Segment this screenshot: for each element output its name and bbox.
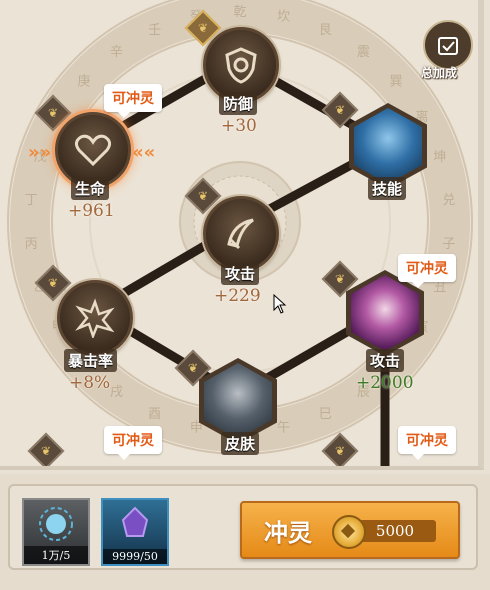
- node-skin-label: 皮肤: [221, 432, 260, 455]
- node-attack-label: 攻击: [221, 262, 260, 285]
- wheel-glyph: 丑: [433, 280, 446, 295]
- node-skill-label: 技能: [368, 177, 407, 200]
- node-life-value: +961: [68, 201, 115, 221]
- coin-icon: [332, 515, 366, 549]
- wheel-glyph: 坎: [277, 10, 290, 25]
- svg-text:««: ««: [132, 142, 155, 163]
- wheel-glyph: 丙: [25, 237, 38, 252]
- total-bonus-button[interactable]: [423, 20, 473, 70]
- item-count: 9999/50: [103, 549, 167, 564]
- charge-available-bubble: 可冲灵: [398, 254, 456, 288]
- charge-available-bubble: 可冲灵: [398, 426, 456, 460]
- wheel-glyph: 震: [357, 45, 370, 60]
- node-defense-value: +30: [221, 116, 257, 136]
- wheel-glyph: 巽: [390, 74, 403, 89]
- charge-available-bubble: 可冲灵: [104, 84, 162, 118]
- mouse-cursor-icon: [273, 294, 287, 314]
- wheel-glyph: 辛: [110, 45, 123, 60]
- burst-icon: [57, 280, 133, 356]
- crystal-icon: [39, 507, 73, 541]
- soul-icon: [121, 506, 149, 537]
- svg-text:»»: »»: [28, 142, 51, 163]
- node-defense-label: 防御: [219, 92, 258, 115]
- purple-soul-item[interactable]: 9999/50: [101, 498, 169, 566]
- wheel-glyph: 兑: [442, 193, 455, 208]
- node-attack-right-label: 攻击: [366, 349, 405, 372]
- charge-button[interactable]: 冲灵 5000: [240, 501, 460, 559]
- wheel-glyph: 戌: [110, 385, 123, 400]
- wheel-glyph: 子: [442, 237, 455, 252]
- wheel-glyph: 坤: [433, 150, 446, 165]
- node-crit-label: 暴击率: [64, 349, 118, 372]
- wheel-glyph: 庚: [77, 73, 90, 89]
- wheel-glyph: 乾: [233, 5, 246, 20]
- wheel-glyph: 巳: [319, 407, 332, 422]
- spirit-crystal-item[interactable]: 1万/5: [22, 498, 90, 566]
- total-bonus-label: 总加成: [421, 66, 458, 80]
- sword-icon: [203, 196, 279, 272]
- node-attack-right-value: +2000: [356, 373, 414, 393]
- charge-available-bubble: 可冲灵: [104, 426, 162, 460]
- node-attack-value: +229: [214, 286, 261, 306]
- wheel-glyph: 午: [277, 420, 290, 435]
- item-count: 1万/5: [24, 546, 88, 564]
- wheel-glyph: 壬: [148, 23, 161, 38]
- wheel-glyph: 酉: [148, 407, 161, 422]
- wheel-glyph: 艮: [319, 23, 332, 38]
- node-life-label: 生命: [71, 177, 110, 200]
- charge-button-label: 冲灵: [264, 518, 312, 547]
- node-crit-value: +8%: [69, 373, 111, 393]
- charge-cost: 5000: [354, 520, 436, 542]
- talent-wheel-panel: 乾坎艮震巽离坤兑子丑寅卯辰巳午未申酉戌亥甲乙丙丁戊己庚辛壬癸 ❦ ❦ ❦ ❦ ❦…: [0, 0, 484, 470]
- checklist-icon: [438, 37, 458, 55]
- wheel-glyph: 丁: [25, 193, 38, 208]
